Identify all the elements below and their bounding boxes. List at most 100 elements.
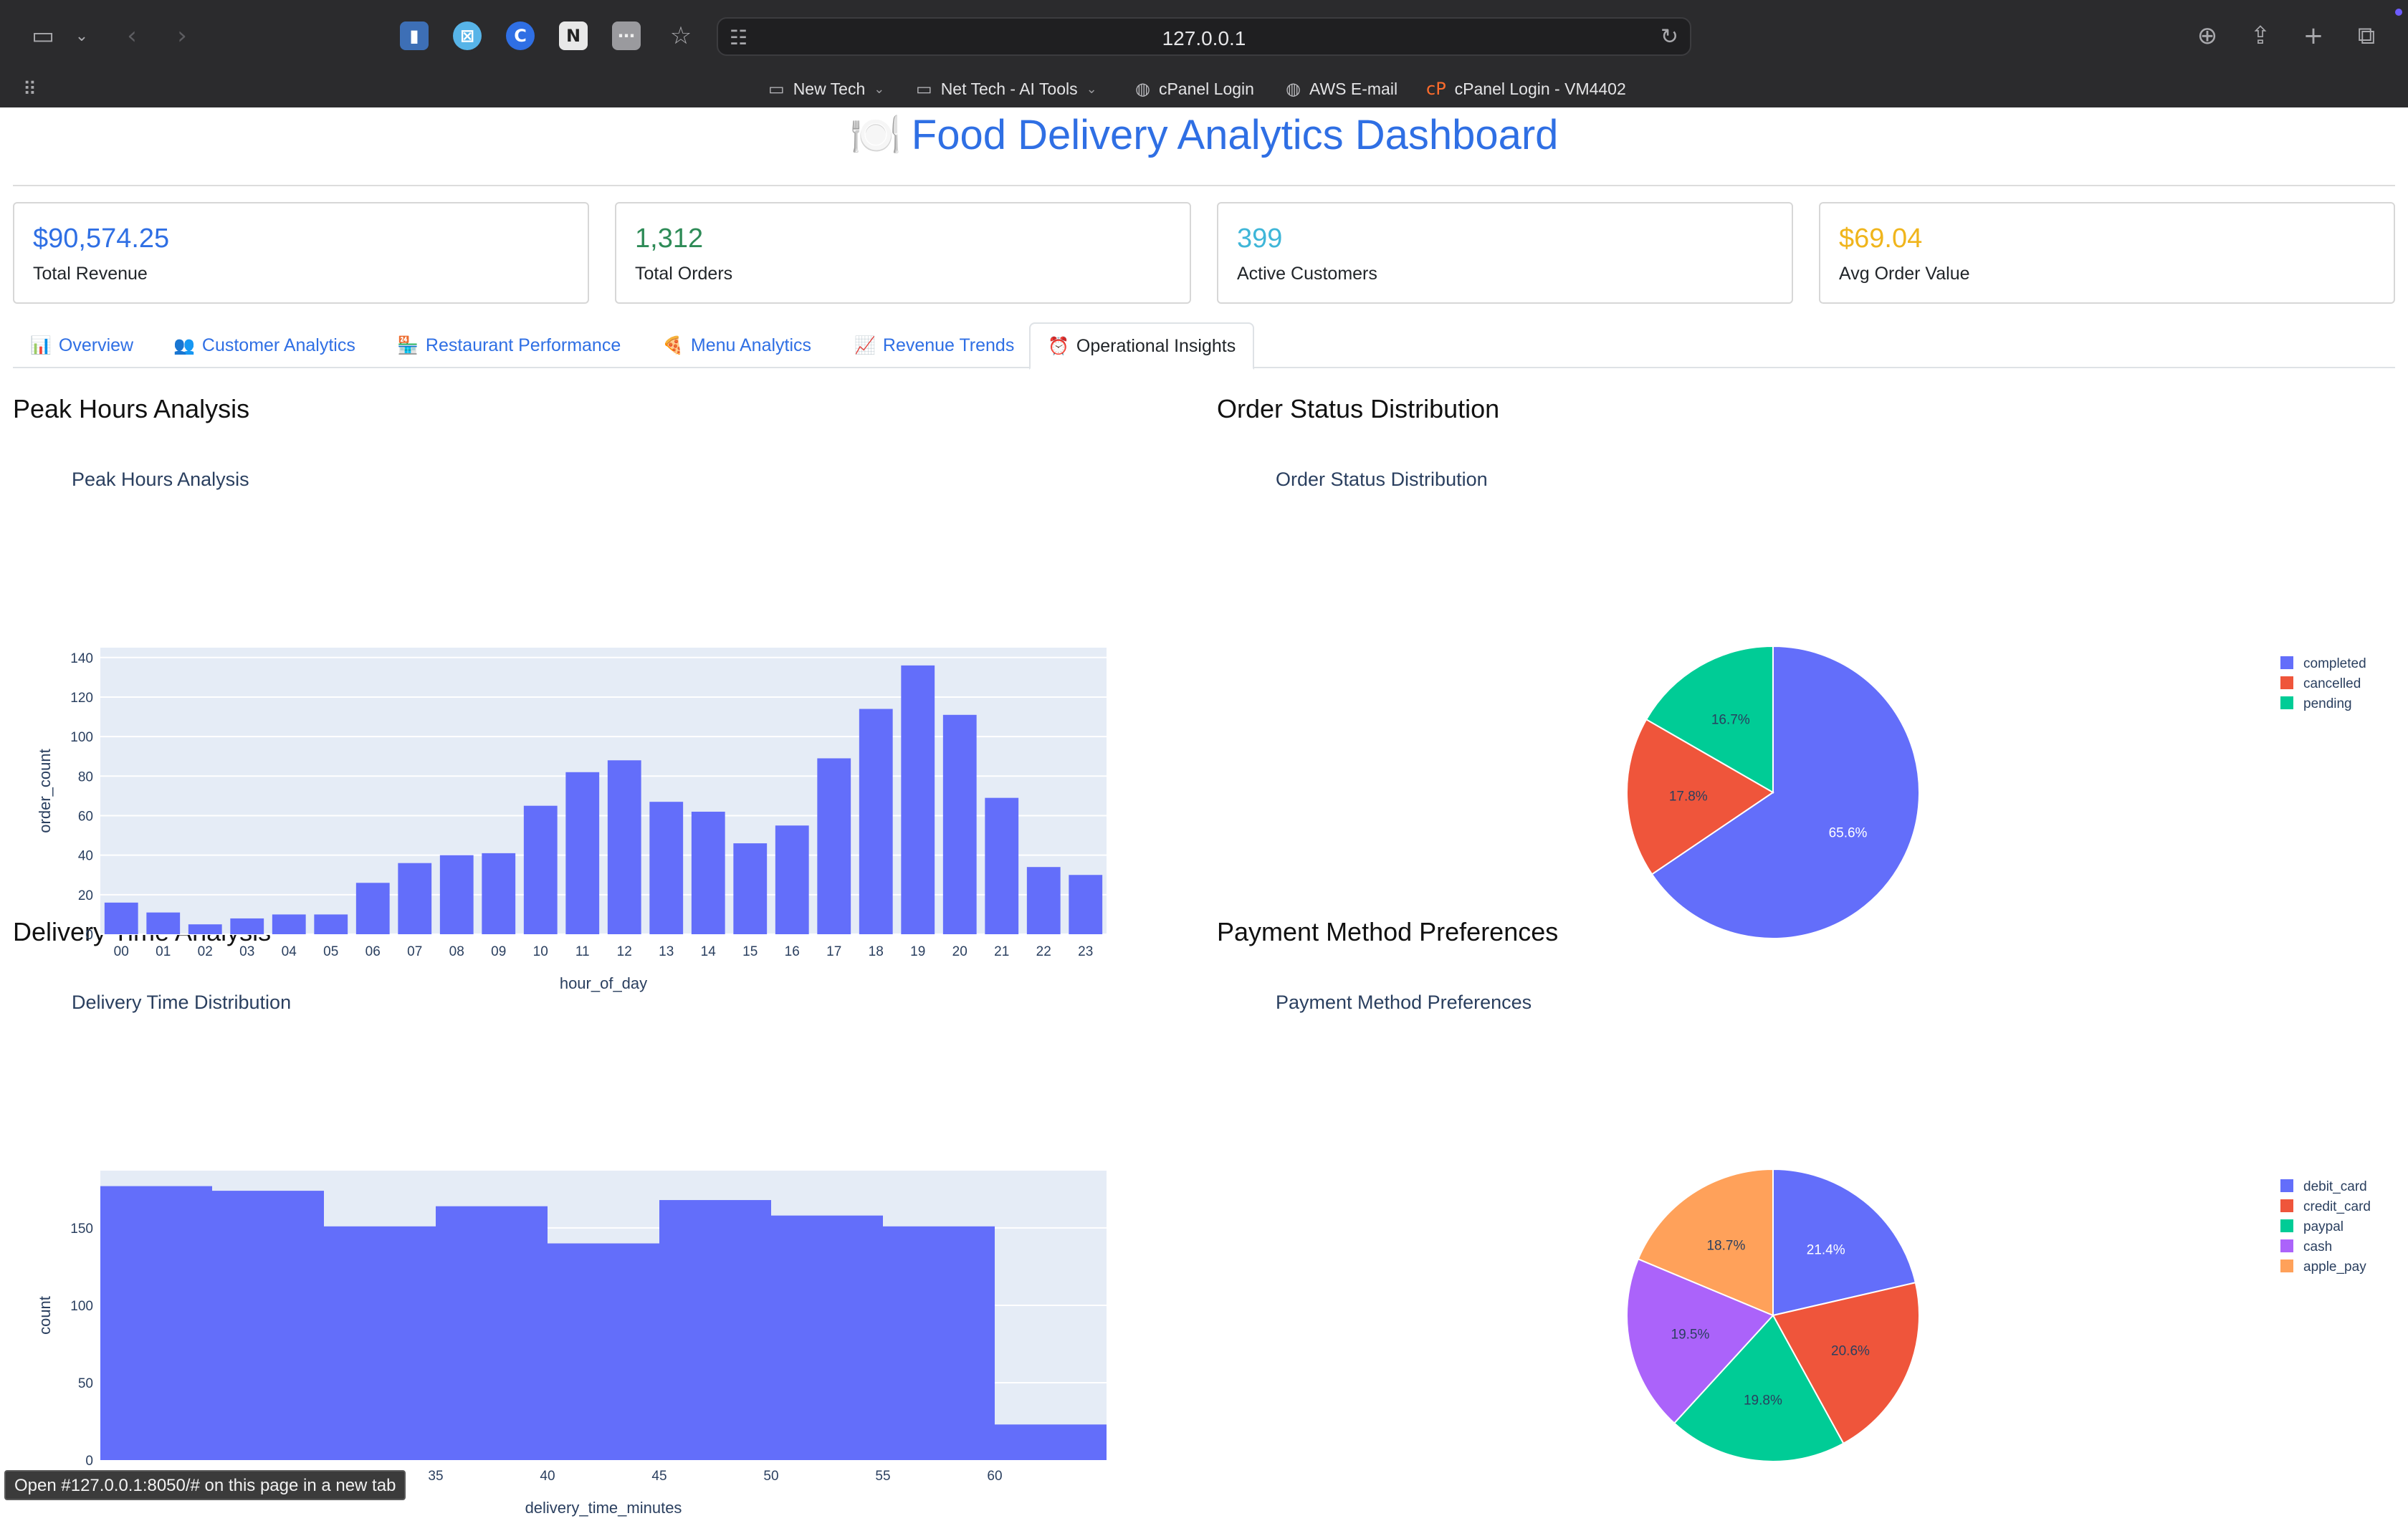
legend-swatch <box>2280 676 2293 689</box>
y-tick-label: 40 <box>78 849 93 864</box>
legend-swatch <box>2280 696 2293 709</box>
extension-dots-icon[interactable]: ⋯ <box>612 21 641 50</box>
browser-chrome: ▭ ⌄ ‹ › ▮ ⊠ C N ⋯ ☆ ☷ 127.0.0.1 ↻ ⊕ ⇪ + … <box>0 0 2408 107</box>
bookmark-extension-icon[interactable]: ▮ <box>400 21 429 50</box>
bar <box>565 772 600 934</box>
kpi-value: 1,312 <box>635 224 704 254</box>
kpi-label: Total Revenue <box>33 264 148 284</box>
back-icon[interactable]: ‹ <box>115 19 149 53</box>
x-tick-label: 14 <box>701 944 717 959</box>
legend-swatch <box>2280 1179 2293 1192</box>
bar <box>104 902 138 934</box>
legend-swatch <box>2280 1219 2293 1232</box>
link-status-tooltip: Open #127.0.0.1:8050/# on this page in a… <box>4 1470 406 1500</box>
tab-customer-analytics[interactable]: 👥 Customer Analytics <box>156 322 373 368</box>
bar <box>733 843 768 934</box>
extension-c-icon[interactable]: C <box>506 21 535 50</box>
new-tab-icon[interactable]: + <box>2296 19 2331 53</box>
x-tick-label: 20 <box>952 944 968 959</box>
payment-method-pie-chart[interactable]: 21.4% 20.6% 19.8% 19.5% 18.7% debit_cardcredi… <box>1218 1039 2394 1469</box>
bookmark-new-tech[interactable]: ▭ New Tech ⌄ <box>768 75 884 103</box>
y-tick-label: 60 <box>78 809 93 824</box>
y-tick-label: 100 <box>70 730 93 745</box>
tab-restaurant-performance[interactable]: 🏪 Restaurant Performance <box>380 322 638 368</box>
notification-dot <box>2395 9 2402 16</box>
bookmark-label: New Tech <box>793 79 866 98</box>
section-heading-order-status: Order Status Distribution <box>1217 394 1500 423</box>
alarm-clock-icon: ⏰ <box>1048 336 1069 356</box>
histogram-bar <box>659 1200 771 1460</box>
legend-label: paypal <box>2303 1219 2344 1234</box>
x-axis-title: delivery_time_minutes <box>525 1499 682 1517</box>
bar <box>188 924 222 934</box>
kpi-card-avg-order-value: $69.04 Avg Order Value <box>1819 202 2395 304</box>
histogram-bar <box>212 1191 324 1460</box>
x-tick-label: 18 <box>869 944 884 959</box>
bookmarks-bar: ▭ New Tech ⌄ ▭ Net Tech - AI Tools ⌄ ◍ c… <box>0 72 2408 107</box>
x-tick-label: 45 <box>651 1469 666 1484</box>
order-status-pie-chart[interactable]: 65.6% 17.8% 16.7% completed cancelled pending <box>1218 516 2394 946</box>
slice-label: 17.8% <box>1669 789 1708 804</box>
page-title-text: Food Delivery Analytics Dashboard <box>911 112 1559 158</box>
trend-chart-icon: 📈 <box>854 335 876 355</box>
histogram-bar <box>883 1226 995 1460</box>
x-tick-label: 12 <box>617 944 632 959</box>
cpanel-icon: cP <box>1426 79 1446 99</box>
share-icon[interactable]: ⇪ <box>2243 19 2278 53</box>
kpi-value: $69.04 <box>1839 224 1923 254</box>
tab-operational-insights[interactable]: ⏰ Operational Insights <box>1029 322 1255 370</box>
tab-menu-analytics[interactable]: 🍕 Menu Analytics <box>645 322 828 368</box>
bar <box>314 914 348 934</box>
delivery-time-histogram[interactable]: 050100150202530354045505560delivery_time… <box>22 1039 1140 1526</box>
bar-chart-icon: 📊 <box>30 335 52 355</box>
pizza-icon: 🍕 <box>662 335 684 355</box>
x-tick-label: 11 <box>575 944 590 959</box>
histogram-bar <box>100 1186 212 1460</box>
dinner-plate-icon: 🍽️ <box>849 110 902 159</box>
notion-icon[interactable]: N <box>559 21 588 50</box>
chevron-down-icon: ⌄ <box>1086 81 1097 97</box>
address-bar[interactable]: ☷ 127.0.0.1 ↻ <box>717 17 1691 56</box>
peak-hours-bar-chart[interactable]: 0 20 40 60 80 100 120 140 00 01 02 03 04 05 06 07 08 09 10… <box>22 516 1140 1003</box>
histogram-bar <box>771 1215 883 1460</box>
kpi-card-total-orders: 1,312 Total Orders <box>615 202 1191 304</box>
legend-label: cancelled <box>2303 676 2361 691</box>
x-tick-label: 07 <box>407 944 422 959</box>
y-tick-label: 20 <box>78 888 93 903</box>
y-tick-label: 0 <box>85 928 93 943</box>
download-icon[interactable]: ⊕ <box>2190 19 2225 53</box>
x-tick-label: 05 <box>323 944 338 959</box>
x-tick-label: 60 <box>987 1469 1002 1484</box>
x-tick-label: 04 <box>282 944 297 959</box>
bar <box>272 914 306 934</box>
slice-label: 19.5% <box>1671 1327 1710 1342</box>
tab-overview[interactable]: 📊 Overview <box>13 322 150 368</box>
tab-overview-icon[interactable]: ⧉ <box>2349 19 2384 53</box>
histogram-bar <box>324 1226 436 1460</box>
x-tick-label: 22 <box>1036 944 1051 959</box>
tab-label: Overview <box>58 335 134 355</box>
bookmark-label: cPanel Login <box>1158 79 1254 98</box>
star-icon[interactable]: ☆ <box>664 19 698 53</box>
reload-icon[interactable]: ↻ <box>1661 24 1678 49</box>
folder-icon: ▭ <box>768 79 785 99</box>
legend-label: completed <box>2303 656 2366 671</box>
x-tick-label: 19 <box>910 944 925 959</box>
bookmark-label: Net Tech - AI Tools <box>940 79 1078 98</box>
bar <box>439 855 474 934</box>
bookmark-label: cPanel Login - VM4402 <box>1454 79 1626 98</box>
bookmark-cpanel-vm4402[interactable]: cP cPanel Login - VM4402 <box>1426 75 1626 103</box>
legend-swatch <box>2280 1199 2293 1212</box>
bar <box>1069 875 1103 934</box>
sidebar-toggle-icon[interactable]: ▭ <box>26 19 60 53</box>
bookmark-net-tech-ai-tools[interactable]: ▭ Net Tech - AI Tools ⌄ <box>916 75 1097 103</box>
forward-icon[interactable]: › <box>165 19 199 53</box>
tab-revenue-trends[interactable]: 📈 Revenue Trends <box>837 322 1031 368</box>
extension-icon[interactable]: ⊠ <box>453 21 482 50</box>
bookmark-cpanel-login[interactable]: ◍ cPanel Login <box>1135 75 1254 103</box>
x-tick-label: 15 <box>742 944 758 959</box>
legend-label: credit_card <box>2303 1199 2371 1214</box>
chevron-down-icon[interactable]: ⌄ <box>64 19 99 53</box>
histogram-bar <box>995 1424 1107 1460</box>
bookmark-aws-email[interactable]: ◍ AWS E-mail <box>1286 75 1398 103</box>
